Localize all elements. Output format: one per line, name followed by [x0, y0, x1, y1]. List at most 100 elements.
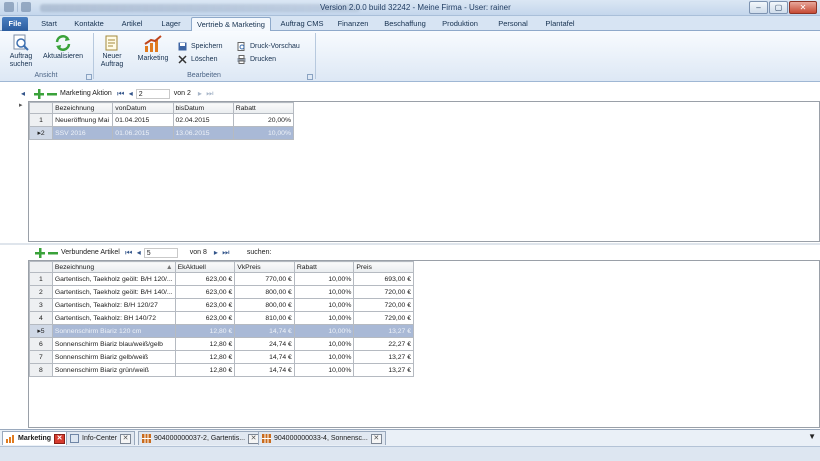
cell-ek-aktuell[interactable]: 623,00 €: [174, 298, 236, 312]
row-number[interactable]: 8: [29, 363, 53, 377]
table-row-selected[interactable]: ▸5 Sonnenschirm Biariz 120 cm 12,80 € 14…: [29, 324, 414, 338]
cell-bezeichnung[interactable]: SSV 2016: [52, 126, 114, 140]
tab-lager[interactable]: Lager: [157, 17, 185, 31]
close-tab-icon[interactable]: ✕: [370, 433, 382, 444]
position-input[interactable]: 2: [135, 88, 170, 99]
doc-tab-info-center[interactable]: Info-Center ✕: [66, 431, 136, 445]
column-header[interactable]: Rabatt: [293, 261, 355, 273]
bearbeiten-launcher-icon[interactable]: [307, 74, 313, 80]
cell-vk-preis[interactable]: 14,74 €: [234, 350, 295, 364]
column-header[interactable]: VkPreis: [234, 261, 295, 273]
splitter[interactable]: [0, 243, 820, 245]
cell-preis[interactable]: 693,00 €: [353, 272, 414, 286]
previous-record-icon[interactable]: ◂: [126, 89, 136, 98]
cell-rabatt[interactable]: 10,00%: [293, 337, 355, 351]
row-number[interactable]: 2: [29, 285, 53, 299]
cell-rabatt[interactable]: 20,00%: [232, 113, 295, 127]
panel-left-arrow-icon[interactable]: ◂: [18, 89, 28, 98]
tab-artikel[interactable]: Artikel: [117, 17, 147, 31]
cell-ek-aktuell[interactable]: 623,00 €: [174, 285, 236, 299]
add-article-icon[interactable]: [35, 247, 45, 258]
next-record-icon[interactable]: ▸: [211, 248, 221, 257]
column-header[interactable]: EkAktuell: [174, 261, 236, 273]
druck-vorschau-button[interactable]: Druck-Vorschau: [237, 41, 300, 51]
table-row[interactable]: 6 Sonnenschirm Biariz blau/weiß/gelb 12,…: [29, 337, 414, 351]
cell-bezeichnung[interactable]: Neueröffnung Mai: [52, 113, 114, 127]
table-row-selected[interactable]: ▸2 SSV 2016 01.06.2015 13.06.2015 10,00%: [28, 126, 295, 140]
table-row[interactable]: 8 Sonnenschirm Biariz grün/weiß 12,80 € …: [29, 363, 414, 377]
cell-vk-preis[interactable]: 810,00 €: [234, 311, 295, 325]
cell-preis[interactable]: 13,27 €: [353, 350, 414, 364]
undo-icon[interactable]: [21, 2, 31, 12]
position-input[interactable]: 5: [143, 247, 178, 258]
cell-bezeichnung[interactable]: Sonnenschirm Biariz 120 cm: [51, 324, 176, 338]
tab-produktion[interactable]: Produktion: [438, 17, 482, 31]
cell-preis[interactable]: 13,27 €: [353, 324, 414, 338]
tab-start[interactable]: Start: [36, 17, 62, 31]
cell-rabatt[interactable]: 10,00%: [293, 272, 355, 286]
tab-beschaffung[interactable]: Beschaffung: [381, 17, 429, 31]
column-header[interactable]: Preis: [353, 261, 414, 273]
cell-bis-datum[interactable]: 13.06.2015: [172, 126, 234, 140]
cell-rabatt[interactable]: 10,00%: [293, 363, 355, 377]
previous-record-icon[interactable]: ◂: [134, 248, 144, 257]
table-row[interactable]: 2 Gartentisch, Taekholz geölt: B/H 140/.…: [29, 285, 414, 299]
minimize-button[interactable]: –: [749, 1, 768, 14]
close-button[interactable]: ✕: [789, 1, 817, 14]
cell-preis[interactable]: 13,27 €: [353, 363, 414, 377]
row-number[interactable]: 1: [29, 272, 53, 286]
cell-bezeichnung[interactable]: Gartentisch, Taekholz geölt: B/H 140/...: [51, 285, 176, 299]
row-number[interactable]: 3: [29, 298, 53, 312]
cell-bezeichnung[interactable]: Sonnenschirm Biariz grün/weiß: [51, 363, 176, 377]
cell-ek-aktuell[interactable]: 12,80 €: [174, 324, 236, 338]
cell-rabatt[interactable]: 10,00%: [293, 350, 355, 364]
ansicht-launcher-icon[interactable]: [86, 74, 92, 80]
remove-record-icon[interactable]: [47, 89, 57, 99]
cell-bis-datum[interactable]: 02.04.2015: [172, 113, 234, 127]
cell-bezeichnung[interactable]: Gartentisch, Taekholz geölt: B/H 120/...: [51, 272, 176, 286]
column-header[interactable]: bisDatum: [172, 102, 234, 114]
tab-kontakte[interactable]: Kontakte: [70, 17, 108, 31]
neuer-auftrag-button[interactable]: Neuer Auftrag: [96, 34, 128, 69]
last-record-icon[interactable]: ⏭: [221, 248, 231, 258]
panel-expand-icon[interactable]: ▸: [19, 101, 23, 109]
tab-vertrieb-marketing[interactable]: Vertrieb & Marketing: [191, 17, 271, 31]
cell-preis[interactable]: 720,00 €: [353, 298, 414, 312]
column-header[interactable]: Bezeichnung ▲: [51, 261, 176, 273]
row-number[interactable]: 6: [29, 337, 53, 351]
tab-auftrag-cms[interactable]: Auftrag CMS: [279, 17, 325, 31]
table-row[interactable]: 7 Sonnenschirm Biariz gelb/weiß 12,80 € …: [29, 350, 414, 364]
row-number[interactable]: 7: [29, 350, 53, 364]
tab-file[interactable]: File: [2, 17, 28, 31]
row-number[interactable]: ▸5: [29, 324, 53, 338]
cell-vk-preis[interactable]: 24,74 €: [234, 337, 295, 351]
tab-finanzen[interactable]: Finanzen: [334, 17, 372, 31]
cell-preis[interactable]: 22,27 €: [353, 337, 414, 351]
table-row[interactable]: 1 Neueröffnung Mai 01.04.2015 02.04.2015…: [28, 113, 295, 127]
last-record-icon[interactable]: ⏭: [205, 89, 215, 99]
marketing-button[interactable]: Marketing: [134, 34, 172, 63]
cell-ek-aktuell[interactable]: 623,00 €: [174, 311, 236, 325]
first-record-icon[interactable]: ⏮: [116, 89, 126, 99]
doc-tab-marketing[interactable]: Marketing ✕: [2, 431, 70, 445]
tab-personal[interactable]: Personal: [494, 17, 532, 31]
table-row[interactable]: 1 Gartentisch, Taekholz geölt: B/H 120/.…: [29, 272, 414, 286]
add-record-icon[interactable]: [34, 88, 44, 99]
close-tab-icon[interactable]: ✕: [120, 433, 132, 444]
table-row[interactable]: 3 Gartentisch, Teakholz: B/H 120/27 623,…: [29, 298, 414, 312]
cell-preis[interactable]: 720,00 €: [353, 285, 414, 299]
drucken-button[interactable]: Drucken: [237, 54, 276, 64]
doc-tab-article-1[interactable]: 904000000037-2, Gartentis... ✕: [138, 431, 264, 445]
close-tab-icon[interactable]: ✕: [54, 433, 66, 444]
cell-bezeichnung[interactable]: Sonnenschirm Biariz gelb/weiß: [51, 350, 176, 364]
cell-ek-aktuell[interactable]: 623,00 €: [174, 272, 236, 286]
cell-rabatt[interactable]: 10,00%: [293, 324, 355, 338]
row-number[interactable]: ▸2: [28, 126, 54, 140]
auftrag-suchen-button[interactable]: Auftrag suchen: [4, 34, 38, 69]
cell-vk-preis[interactable]: 800,00 €: [234, 298, 295, 312]
app-icon[interactable]: [4, 2, 14, 12]
cell-bezeichnung[interactable]: Gartentisch, Teakholz: B/H 120/27: [51, 298, 176, 312]
first-record-icon[interactable]: ⏮: [124, 248, 134, 258]
column-header[interactable]: Bezeichnung: [52, 102, 114, 114]
tab-plantafel[interactable]: Plantafel: [541, 17, 579, 31]
